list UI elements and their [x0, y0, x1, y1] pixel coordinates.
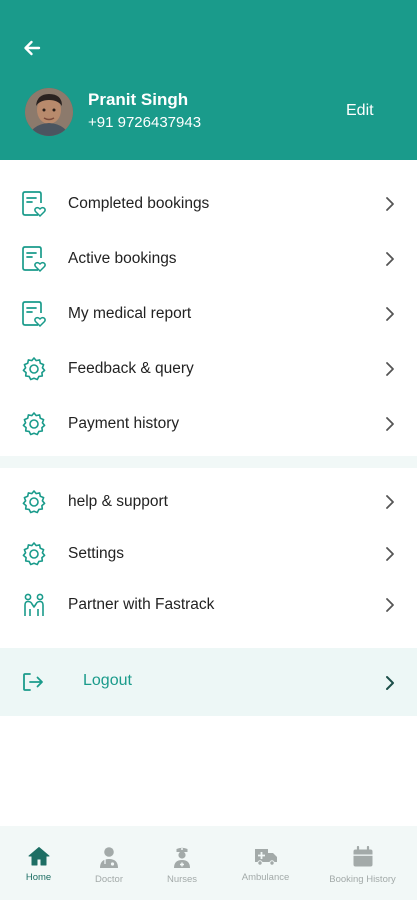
- nav-doctor[interactable]: Doctor: [77, 826, 141, 900]
- ambulance-icon: [254, 849, 277, 866]
- menu-item-label: Payment history: [68, 415, 180, 432]
- nav-label: Home: [25, 872, 52, 883]
- gear-icon: [21, 541, 47, 567]
- nurse-icon: [174, 847, 190, 868]
- profile-name: Pranit Singh: [88, 90, 189, 109]
- calendar-icon: [353, 846, 372, 867]
- chevron-right-icon: [383, 360, 397, 378]
- menu-item-label: Completed bookings: [68, 195, 210, 212]
- nav-home[interactable]: Home: [0, 826, 77, 900]
- menu-item-completed-bookings[interactable]: Completed bookings: [0, 177, 417, 231]
- report-heart-icon: [21, 301, 47, 328]
- gear-icon: [21, 489, 47, 515]
- partners-icon: [21, 592, 47, 618]
- logout-label: Logout: [83, 672, 132, 689]
- logout-button[interactable]: Logout: [0, 648, 417, 716]
- chevron-right-icon: [383, 250, 397, 268]
- section-divider: [0, 456, 417, 468]
- menu-item-label: Settings: [68, 545, 125, 562]
- gear-icon: [21, 411, 47, 437]
- profile-header: Pranit Singh +91 9726437943 Edit: [0, 0, 417, 160]
- nav-ambulance[interactable]: Ambulance: [223, 826, 308, 900]
- menu-item-settings[interactable]: Settings: [0, 527, 417, 581]
- profile-phone: +91 9726437943: [88, 114, 202, 131]
- menu-item-label: Feedback & query: [68, 360, 194, 377]
- avatar: [25, 88, 73, 136]
- menu-item-feedback[interactable]: Feedback & query: [0, 342, 417, 396]
- menu-item-label: Partner with Fastrack: [68, 596, 215, 613]
- chevron-right-icon: [383, 305, 397, 323]
- chevron-right-icon: [383, 493, 397, 511]
- menu-item-payment-history[interactable]: Payment history: [0, 397, 417, 451]
- menu-item-partner[interactable]: Partner with Fastrack: [0, 578, 417, 632]
- menu-item-medical-report[interactable]: My medical report: [0, 287, 417, 341]
- home-icon: [28, 847, 49, 866]
- nav-label: Booking History: [329, 874, 396, 885]
- back-button[interactable]: [18, 34, 46, 62]
- gear-icon: [21, 356, 47, 382]
- logout-icon: [22, 672, 44, 692]
- nav-label: Nurses: [166, 874, 198, 885]
- chevron-right-icon: [383, 195, 397, 213]
- menu-item-label: Active bookings: [68, 250, 177, 267]
- nav-label: Ambulance: [241, 872, 290, 883]
- report-heart-icon: [21, 246, 47, 273]
- arrow-left-icon: [24, 40, 41, 56]
- nav-label: Doctor: [95, 874, 123, 885]
- doctor-icon: [100, 847, 118, 868]
- menu-item-label: help & support: [68, 493, 168, 510]
- chevron-right-icon: [383, 415, 397, 433]
- chevron-right-icon: [385, 675, 395, 696]
- nav-booking-history[interactable]: Booking History: [308, 826, 417, 900]
- chevron-right-icon: [383, 545, 397, 563]
- menu-item-active-bookings[interactable]: Active bookings: [0, 232, 417, 286]
- menu-item-help-support[interactable]: help & support: [0, 475, 417, 529]
- edit-profile-button[interactable]: Edit: [346, 102, 374, 120]
- nav-nurses[interactable]: Nurses: [141, 826, 223, 900]
- chevron-right-icon: [383, 596, 397, 614]
- report-heart-icon: [21, 191, 47, 218]
- bottom-nav: Home Doctor Nurses Ambulance Booking His…: [0, 826, 417, 900]
- menu-item-label: My medical report: [68, 305, 192, 322]
